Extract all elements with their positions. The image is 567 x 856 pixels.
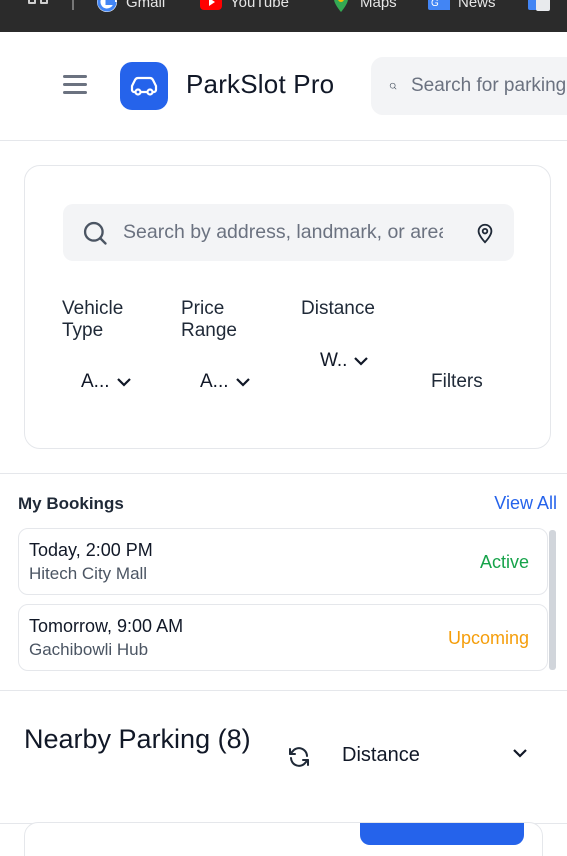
- refresh-icon[interactable]: [287, 745, 311, 769]
- news-icon: G: [428, 0, 450, 10]
- header-search[interactable]: [371, 57, 567, 115]
- sort-select[interactable]: Distance: [342, 744, 532, 770]
- sort-value: Distance: [342, 744, 420, 766]
- bookmark-news[interactable]: G News: [428, 0, 496, 12]
- app-title: ParkSlot Pro: [186, 69, 335, 99]
- youtube-icon: [200, 0, 222, 10]
- bookings-title: My Bookings: [18, 494, 124, 513]
- location-pin-icon[interactable]: [474, 221, 496, 245]
- apps-icon[interactable]: [28, 0, 50, 10]
- header-search-input[interactable]: [411, 75, 567, 97]
- bookings-scrollbar[interactable]: [549, 530, 556, 670]
- address-search[interactable]: [63, 204, 514, 261]
- bookmark-youtube[interactable]: YouTube: [200, 0, 289, 12]
- view-all-link[interactable]: View All: [494, 493, 557, 514]
- bookmarks-separator: [72, 0, 74, 10]
- distance-value: W..: [320, 350, 348, 371]
- bookmark-label: Maps: [360, 0, 397, 11]
- distance-select[interactable]: W..: [320, 350, 369, 372]
- section-divider: [0, 473, 567, 474]
- chevron-down-icon: [116, 378, 131, 387]
- translate-icon: [528, 0, 550, 11]
- google-icon: [97, 0, 117, 12]
- search-icon: [389, 82, 397, 90]
- booking-card[interactable]: Today, 2:00 PM Hitech City Mall Active: [18, 528, 548, 595]
- bookmark-maps[interactable]: Maps: [330, 0, 397, 12]
- booking-location: Hitech City Mall: [29, 564, 148, 583]
- car-logo-icon: [120, 62, 168, 110]
- book-button[interactable]: [360, 823, 524, 845]
- booking-status-badge: Upcoming: [447, 628, 529, 648]
- parking-result-card[interactable]: [24, 822, 543, 856]
- search-icon: [83, 221, 107, 245]
- filters-button[interactable]: Filters: [431, 371, 483, 393]
- booking-time: Tomorrow, 9:00 AM: [29, 616, 184, 636]
- bookmark-label: News: [458, 0, 496, 11]
- chevron-down-icon: [235, 378, 250, 387]
- bookmark-label: Gmail: [126, 0, 166, 11]
- booking-time: Today, 2:00 PM: [29, 540, 153, 560]
- search-filter-card: Vehicle Type A... Price Range A... Dista…: [24, 165, 551, 449]
- price-range-select[interactable]: A...: [200, 371, 251, 393]
- menu-icon[interactable]: [63, 75, 87, 95]
- bookmark-label: YouTube: [230, 0, 289, 11]
- chevron-down-icon: [354, 357, 369, 366]
- booking-status-badge: Active: [479, 552, 529, 572]
- nearby-parking-title: Nearby Parking (8): [24, 724, 251, 754]
- distance-label: Distance: [301, 298, 375, 319]
- svg-text:G: G: [431, 0, 439, 9]
- app-header: ParkSlot Pro: [0, 32, 567, 141]
- price-range-label: Price Range: [181, 298, 237, 341]
- booking-card[interactable]: Tomorrow, 9:00 AM Gachibowli Hub Upcomin…: [18, 604, 548, 671]
- vehicle-type-label: Vehicle Type: [62, 298, 124, 341]
- bookmarks-bar: Gmail YouTube Maps G News: [0, 0, 567, 32]
- maps-icon: [334, 0, 348, 12]
- chevron-down-icon: [513, 749, 527, 758]
- section-divider: [0, 690, 567, 691]
- price-range-value: A...: [200, 371, 229, 392]
- bookmark-translate[interactable]: [528, 0, 550, 12]
- vehicle-type-value: A...: [81, 371, 110, 392]
- booking-location: Gachibowli Hub: [29, 640, 149, 659]
- bookmark-gmail[interactable]: Gmail: [96, 0, 165, 12]
- address-search-input[interactable]: [123, 221, 443, 244]
- vehicle-type-select[interactable]: A...: [81, 371, 132, 393]
